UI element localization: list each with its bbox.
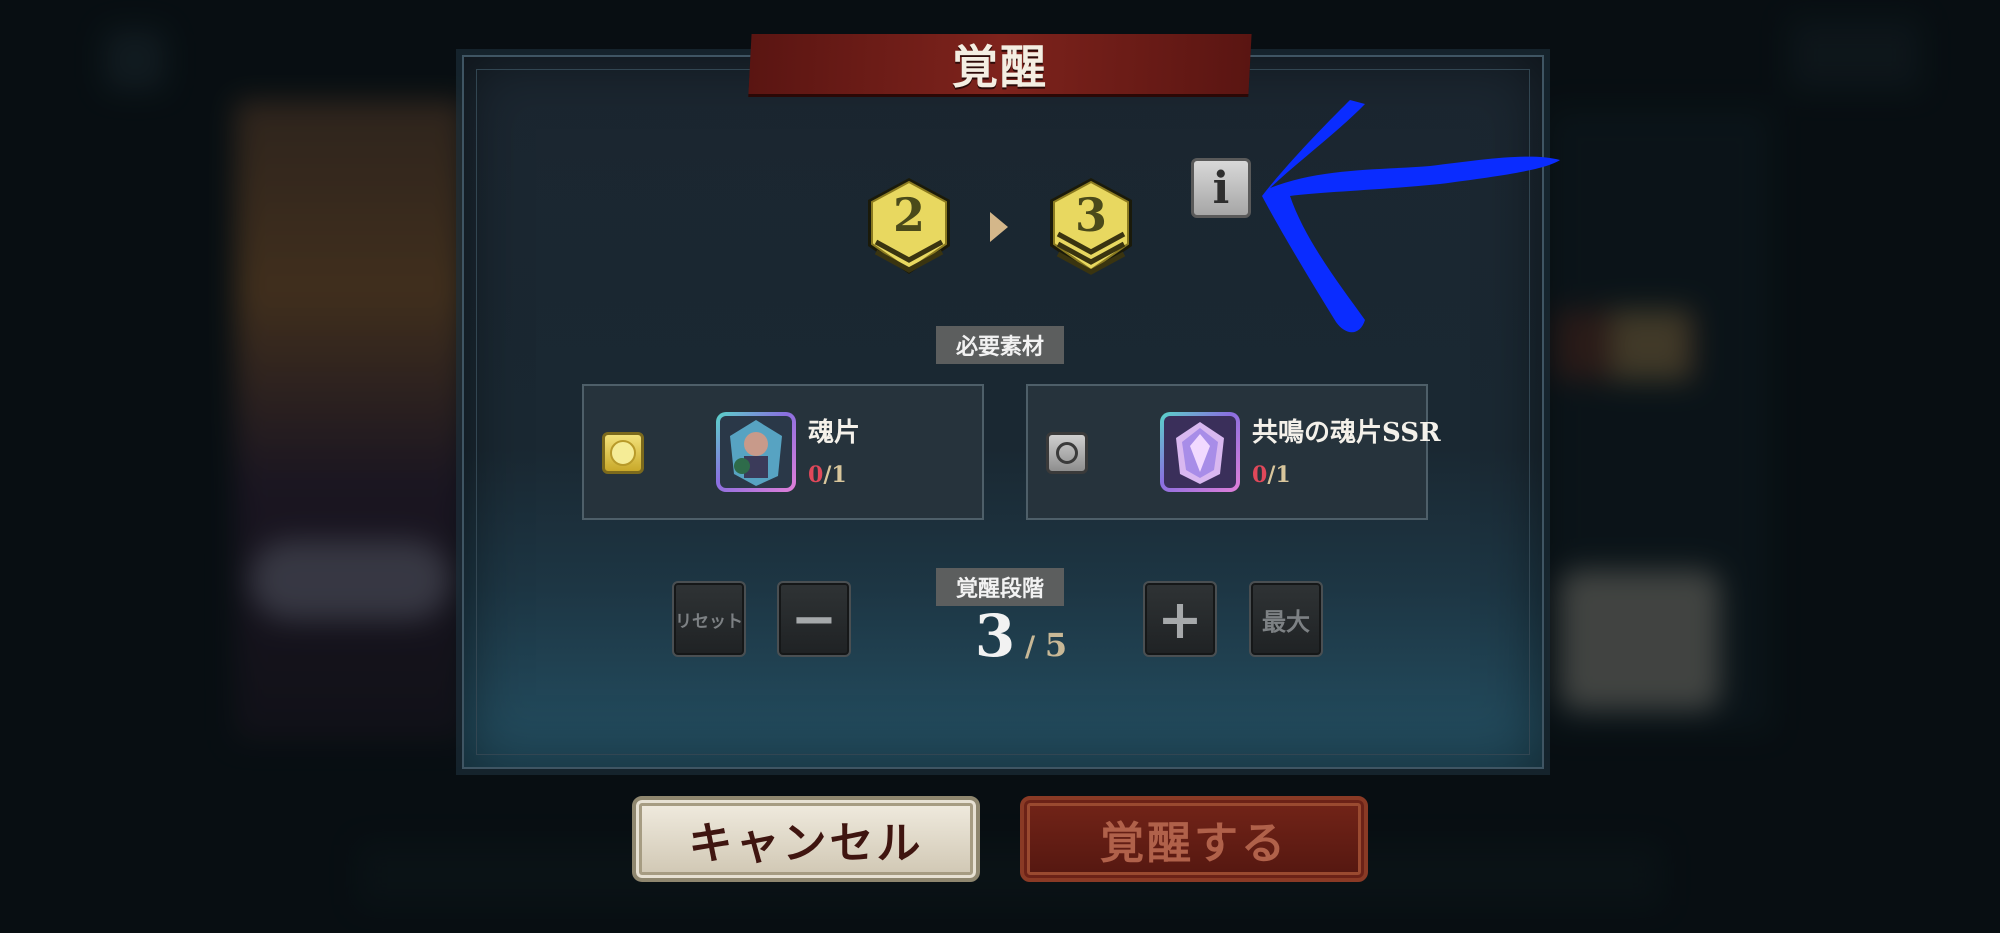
material-name: 魂片 <box>808 418 861 448</box>
next-rank-number: 3 <box>1074 188 1107 242</box>
max-button[interactable]: 最大 <box>1249 581 1323 657</box>
soul-shard-icon <box>716 412 796 492</box>
decrease-button[interactable]: − <box>777 581 851 657</box>
material-card-soul-shard[interactable]: 魂片 0/1 <box>582 384 984 520</box>
material-card-resonance-shard[interactable]: 共鳴の魂片SSR 0/1 <box>1026 384 1441 520</box>
reset-button[interactable]: リセット <box>672 581 746 657</box>
arrow-right-icon <box>990 212 1008 242</box>
info-button[interactable]: i <box>1191 158 1251 218</box>
material-count: 0/1 <box>1252 462 1291 488</box>
awaken-button[interactable]: 覚醒する <box>1020 796 1368 882</box>
resonance-shard-icon <box>1160 412 1240 492</box>
material-count: 0/1 <box>808 462 847 488</box>
current-rank-badge: 2 <box>866 176 952 276</box>
materials-header: 必要素材 <box>936 326 1064 364</box>
cancel-button[interactable]: キャンセル <box>632 796 980 882</box>
checkbox-selected[interactable] <box>602 432 644 474</box>
checkbox-unselected[interactable] <box>1046 432 1088 474</box>
stage-header: 覚醒段階 <box>936 568 1064 606</box>
current-rank-number: 2 <box>892 188 925 242</box>
next-rank-badge: 3 <box>1048 176 1134 276</box>
material-name: 共鳴の魂片SSR <box>1252 418 1441 448</box>
stage-value: 3 / 5 <box>974 602 1068 670</box>
increase-button[interactable]: + <box>1143 581 1217 657</box>
dialog-title: 覚醒 <box>952 40 1048 94</box>
